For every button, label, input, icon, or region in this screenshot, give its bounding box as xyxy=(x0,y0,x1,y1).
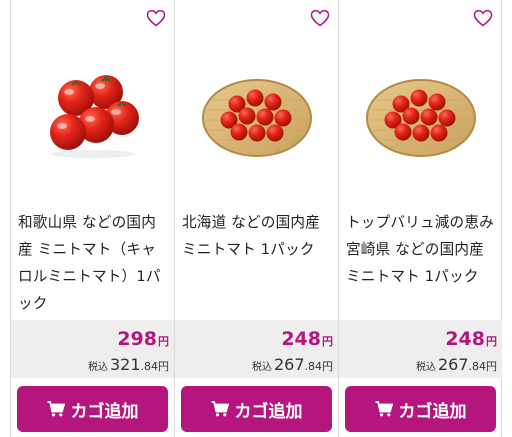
favorite-heart-icon[interactable] xyxy=(310,9,330,27)
tax-price-dec: .84 xyxy=(140,360,159,373)
tax-included-price: 税込 267.84円 xyxy=(252,356,333,377)
add-to-cart-label: カゴ追加 xyxy=(70,401,139,422)
cart-icon xyxy=(211,401,229,417)
tax-price-dec: .84 xyxy=(468,360,487,373)
tax-included-price: 税込 321.84円 xyxy=(88,356,169,377)
tax-price-int: 321 xyxy=(109,355,141,374)
tax-label: 税込 xyxy=(251,362,272,373)
tax-price-dec: .84 xyxy=(304,360,323,373)
price: 248円 xyxy=(281,328,333,353)
favorite-heart-icon[interactable] xyxy=(473,9,493,27)
cart-icon xyxy=(375,401,393,417)
tax-yen: 円 xyxy=(158,360,169,373)
product-card: トップバリュ減の恵み 宮崎県 などの国内産 ミニトマト 1パック 248円 税込… xyxy=(338,0,502,437)
tax-price-int: 267 xyxy=(437,355,469,374)
product-name[interactable]: トップバリュ減の恵み 宮崎県 などの国内産 ミニトマト 1パック xyxy=(346,209,498,290)
product-image[interactable] xyxy=(11,40,175,190)
tax-included-price: 税込 267.84円 xyxy=(416,356,497,377)
favorite-heart-icon[interactable] xyxy=(146,9,166,27)
price: 248円 xyxy=(445,328,497,353)
tax-label: 税込 xyxy=(87,362,108,373)
add-to-cart-button[interactable]: カゴ追加 xyxy=(181,386,332,432)
price-yen: 円 xyxy=(322,335,333,348)
product-grid: 和歌山県 などの国内産 ミニトマト（キャロルミニトマト）1パック 298円 税込… xyxy=(10,0,502,437)
price-box: 248円 税込 267.84円 xyxy=(339,320,502,378)
price-yen: 円 xyxy=(486,335,497,348)
price: 298円 xyxy=(117,328,169,353)
tomatoes-basket-image xyxy=(366,79,476,157)
add-to-cart-label: カゴ追加 xyxy=(398,401,467,422)
price-yen: 円 xyxy=(158,335,169,348)
tax-yen: 円 xyxy=(486,360,497,373)
cart-icon xyxy=(47,401,65,417)
price-box: 298円 税込 321.84円 xyxy=(11,320,174,378)
add-to-cart-button[interactable]: カゴ追加 xyxy=(17,386,168,432)
product-name[interactable]: 北海道 などの国内産 ミニトマト 1パック xyxy=(182,209,334,263)
tax-price-int: 267 xyxy=(273,355,305,374)
product-card: 和歌山県 などの国内産 ミニトマト（キャロルミニトマト）1パック 298円 税込… xyxy=(10,0,174,437)
tax-label: 税込 xyxy=(415,362,436,373)
add-to-cart-button[interactable]: カゴ追加 xyxy=(345,386,496,432)
price-box: 248円 税込 267.84円 xyxy=(175,320,338,378)
add-to-cart-label: カゴ追加 xyxy=(234,401,303,422)
product-image[interactable] xyxy=(339,40,503,190)
product-card: 北海道 などの国内産 ミニトマト 1パック 248円 税込 267.84円 カゴ追… xyxy=(174,0,338,437)
tomatoes-image xyxy=(50,75,139,158)
tax-yen: 円 xyxy=(322,360,333,373)
price-value: 298 xyxy=(117,328,157,350)
price-value: 248 xyxy=(281,328,321,350)
tomatoes-basket-image xyxy=(202,79,312,157)
product-image[interactable] xyxy=(175,40,339,190)
price-value: 248 xyxy=(445,328,485,350)
product-name[interactable]: 和歌山県 などの国内産 ミニトマト（キャロルミニトマト）1パック xyxy=(18,209,170,317)
